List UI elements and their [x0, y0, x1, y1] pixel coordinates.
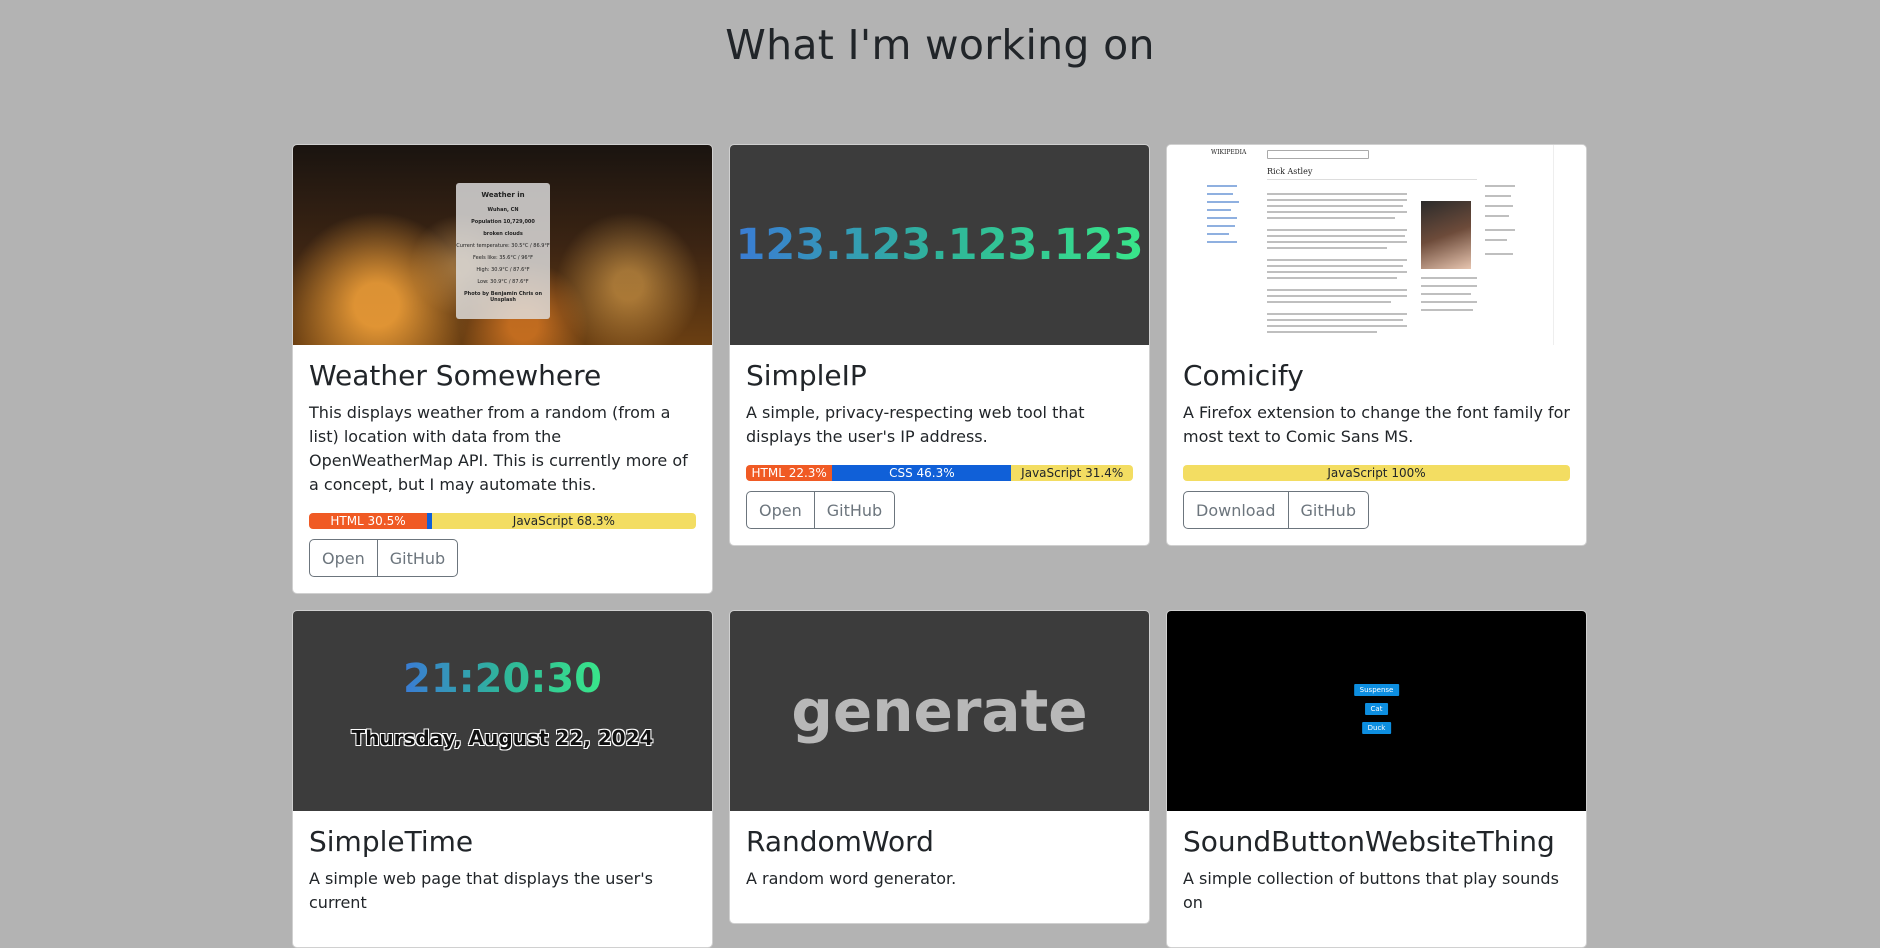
- sound-preview-button: Cat: [1364, 703, 1389, 715]
- language-bar: JavaScript 100%: [1183, 465, 1570, 481]
- open-button[interactable]: Open: [746, 491, 815, 529]
- project-description: This displays weather from a random (fro…: [309, 403, 688, 494]
- project-description: A simple collection of buttons that play…: [1183, 869, 1559, 912]
- weather-preview-feels-like: Feels like: 35.6°C / 96°F: [473, 255, 533, 261]
- language-segment-javascript: JavaScript 100%: [1183, 465, 1570, 481]
- project-thumbnail: WIKIPEDIA Rick Astley: [1167, 145, 1586, 345]
- language-segment-html: HTML 30.5%: [309, 513, 428, 529]
- project-thumbnail: Weather in Wuhan, CN Population 10,729,0…: [293, 145, 712, 345]
- ip-preview-text: 123.123.123.123: [735, 220, 1144, 270]
- card-body: RandomWord A random word generator.: [730, 811, 1149, 923]
- page-title: What I'm working on: [725, 21, 1155, 69]
- project-card-simpleip: 123.123.123.123 SimpleIP A simple, priva…: [729, 144, 1150, 546]
- weather-preview-population: Population 10,729,000: [471, 219, 535, 225]
- download-button[interactable]: Download: [1183, 491, 1289, 529]
- weather-preview-city: Wuhan, CN: [487, 207, 519, 213]
- project-description: A Firefox extension to change the font f…: [1183, 403, 1571, 446]
- github-button[interactable]: GitHub: [376, 539, 459, 577]
- open-button[interactable]: Open: [309, 539, 378, 577]
- project-title: RandomWord: [746, 825, 934, 858]
- card-body: Comicify A Firefox extension to change t…: [1167, 345, 1586, 545]
- project-title: Weather Somewhere: [309, 359, 602, 392]
- project-actions: Open GitHub: [309, 539, 459, 577]
- project-description: A simple, privacy-respecting web tool th…: [746, 403, 1085, 446]
- weather-preview-panel: Weather in Wuhan, CN Population 10,729,0…: [456, 183, 550, 319]
- weather-preview-current-temp: Current temperature: 30.5°C / 86.9°F: [456, 243, 550, 249]
- wikipedia-search-box: [1267, 150, 1369, 159]
- sound-preview-button: Suspense: [1353, 684, 1400, 696]
- project-thumbnail: 21:20:30 Thursday, August 22, 2024: [293, 611, 712, 811]
- project-thumbnail: generate: [730, 611, 1149, 811]
- word-preview-text: generate: [791, 677, 1088, 745]
- card-body: SoundButtonWebsiteThing A simple collect…: [1167, 811, 1586, 947]
- project-card-comicify: WIKIPEDIA Rick Astley Comicify A Firefox…: [1166, 144, 1587, 546]
- project-card-weather-somewhere: Weather in Wuhan, CN Population 10,729,0…: [292, 144, 713, 594]
- rick-astley-photo: [1421, 201, 1471, 269]
- weather-preview-condition: broken clouds: [483, 231, 523, 237]
- project-title: Comicify: [1183, 359, 1304, 392]
- project-description: A simple web page that displays the user…: [309, 869, 653, 912]
- language-segment-css: CSS 46.3%: [832, 465, 1012, 481]
- weather-preview-high: High: 30.9°C / 87.6°F: [476, 267, 530, 273]
- sound-preview-button: Duck: [1361, 722, 1392, 734]
- language-bar: HTML 30.5% JavaScript 68.3%: [309, 513, 696, 529]
- project-card-randomword: generate RandomWord A random word genera…: [729, 610, 1150, 924]
- weather-preview-credit: Photo by Benjamin Chris on Unsplash: [464, 291, 542, 303]
- wikipedia-heading: Rick Astley: [1267, 167, 1313, 176]
- wikipedia-screenshot: WIKIPEDIA Rick Astley: [1167, 145, 1554, 345]
- card-body: SimpleTime A simple web page that displa…: [293, 811, 712, 947]
- github-button[interactable]: GitHub: [813, 491, 896, 529]
- project-title: SimpleIP: [746, 359, 867, 392]
- time-preview-text: 21:20:30: [403, 656, 602, 702]
- project-thumbnail: 123.123.123.123: [730, 145, 1149, 345]
- project-thumbnail: Suspense Cat Duck: [1167, 611, 1586, 811]
- date-preview-text: Thursday, August 22, 2024: [351, 726, 654, 750]
- language-segment-html: HTML 22.3%: [746, 465, 833, 481]
- language-bar: HTML 22.3% CSS 46.3% JavaScript 31.4%: [746, 465, 1133, 481]
- github-button[interactable]: GitHub: [1287, 491, 1369, 529]
- project-actions: Open GitHub: [746, 491, 896, 529]
- project-card-soundbuttonwebsitething: Suspense Cat Duck SoundButtonWebsiteThin…: [1166, 610, 1587, 948]
- card-body: SimpleIP A simple, privacy-respecting we…: [730, 345, 1149, 545]
- project-card-simpletime: 21:20:30 Thursday, August 22, 2024 Simpl…: [292, 610, 713, 948]
- weather-preview-low: Low: 30.9°C / 87.6°F: [477, 279, 529, 285]
- card-body: Weather Somewhere This displays weather …: [293, 345, 712, 593]
- weather-preview-title: Weather in: [481, 191, 525, 199]
- projects-grid: Weather in Wuhan, CN Population 10,729,0…: [292, 144, 1588, 948]
- project-title: SimpleTime: [309, 825, 474, 858]
- language-segment-javascript: JavaScript 68.3%: [431, 513, 696, 529]
- project-description: A random word generator.: [746, 869, 957, 888]
- language-segment-javascript: JavaScript 31.4%: [1011, 465, 1133, 481]
- project-actions: Download GitHub: [1183, 491, 1369, 529]
- project-title: SoundButtonWebsiteThing: [1183, 825, 1555, 858]
- wikipedia-logo: WIKIPEDIA: [1211, 149, 1247, 156]
